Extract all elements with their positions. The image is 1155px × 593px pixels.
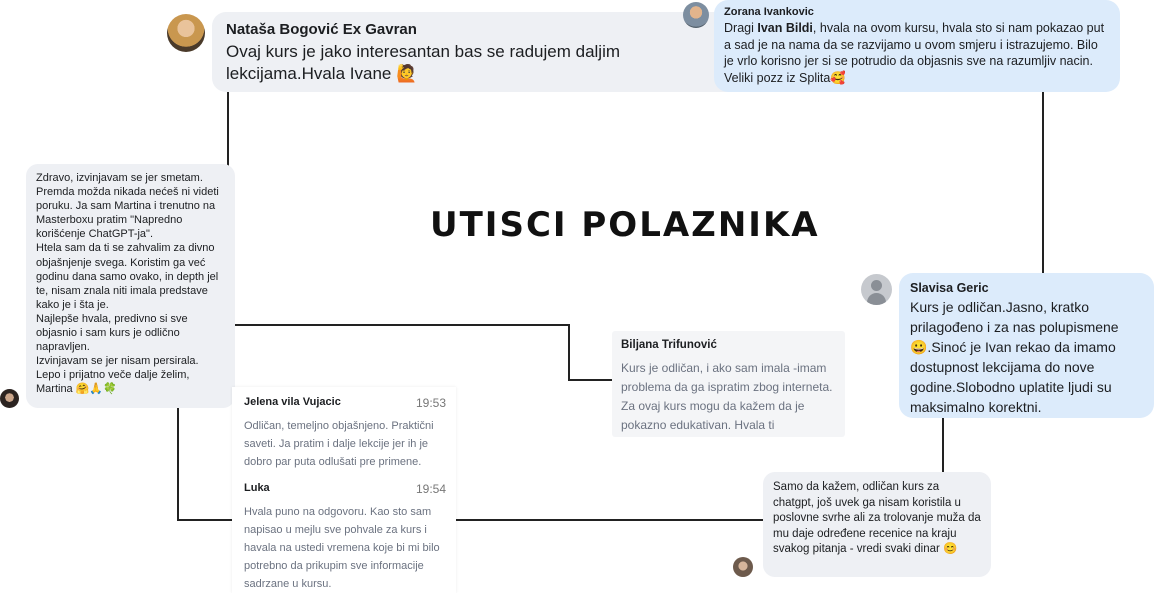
comment-martina: Zdravo, izvinjavam se jer smetam. Premda … [26,164,235,408]
comment-author: Nataša Bogović Ex Gavran [226,21,417,38]
comment-line: Zdravo, izvinjavam se jer smetam. [36,172,203,184]
comment-line: objasnio i sam kurs je odlično [36,327,180,340]
comment-text: Kurs je odličan.Jasno, kratko prilagođen… [910,299,1119,415]
comment-line: Htela sam da ti se zahvalim za divno [36,242,215,255]
comment-text: Zdravo, izvinjavam se jer smetam. Premda … [36,171,225,397]
page-title: UTISCI POLAZNIKA [430,205,820,245]
comment-text: Dragi Ivan Bildi, hvala na ovom kursu, h… [724,20,1110,86]
message-luka: Luka Hvala puno na odgovoru. Kao sto sam… [244,482,444,593]
comment-author: Slavisa Geric [910,281,989,295]
comment-author: Biljana Trifunović [621,339,717,351]
mention-ivan-bildi[interactable]: Ivan Bildi [757,21,813,35]
comment-text-part: Dragi [724,21,758,35]
connector-line [233,324,569,326]
comment-line: Najlepše hvala, predivno si sve [36,312,188,325]
comment-slavisa: Slavisa Geric Kurs je odličan.Jasno, kra… [899,273,1154,418]
comment-biljana: Biljana Trifunović Kurs je odličan, i ak… [612,331,845,437]
message-author: Jelena vila Vujacic [244,396,341,408]
comment-text: Samo da kažem, odličan kurs za chatgpt, … [773,481,981,555]
comment-zorana: Zorana Ivankovic Dragi Ivan Bildi, hvala… [714,0,1120,92]
default-user-icon [871,280,882,291]
default-user-icon-body [867,293,886,305]
comment-text: Ovaj kurs je jako interesantan bas se ra… [226,42,621,83]
avatar [733,557,753,577]
connector-line [568,324,570,380]
connector-line [177,408,179,520]
avatar [683,2,709,28]
message-author: Luka [244,482,270,494]
avatar [861,274,892,305]
comment-line: Premda možda nikada nećeš ni videti [36,186,219,199]
comment-line: godinu dana samo ovako, in depth jel [36,270,219,283]
message-text: Hvala puno na odgovoru. Kao sto sam napi… [244,506,440,590]
connector-line [568,379,613,381]
comment-line: objašnjenje svega. Koristim ga već [36,256,206,269]
comment-line: poruku. Ja sam Martina i trenutno na [36,200,216,213]
comment-line: te, nisam znala niti imala predstave [36,284,208,297]
message-jelena: Jelena vila Vujacic Odličan, temeljno ob… [244,396,444,471]
avatar [0,389,19,408]
comment-text: Kurs je odličan, i ako sam imala -imam p… [621,361,833,432]
chat-card: Jelena vila Vujacic Odličan, temeljno ob… [232,387,456,593]
comment-natasa: Nataša Bogović Ex Gavran Ovaj kurs je ja… [212,12,752,92]
comment-line: Lepo i prijatno veče dalje želim, [36,369,190,382]
message-text: Odličan, temeljno objašnjeno. Praktični … [244,420,434,468]
message-time: 19:54 [415,482,446,496]
comment-line: Martina 🤗🙏🍀 [36,383,117,396]
comment-line: napravljen. [36,341,90,354]
comment-line: kako je i šta je. [36,298,109,311]
comment-line: korišćenje ChatGPT-ja". [36,228,154,241]
comment-line: Izvinjavam se jer nisam persirala. [36,355,199,368]
connector-line [1042,90,1044,280]
connector-line [942,418,944,474]
comment-line: Masterboxu pratim "Napredno [36,214,183,227]
comment-author: Zorana Ivankovic [724,6,814,18]
comment-anon: Samo da kažem, odličan kurs za chatgpt, … [763,472,991,577]
avatar [167,14,205,52]
message-time: 19:53 [415,396,446,410]
